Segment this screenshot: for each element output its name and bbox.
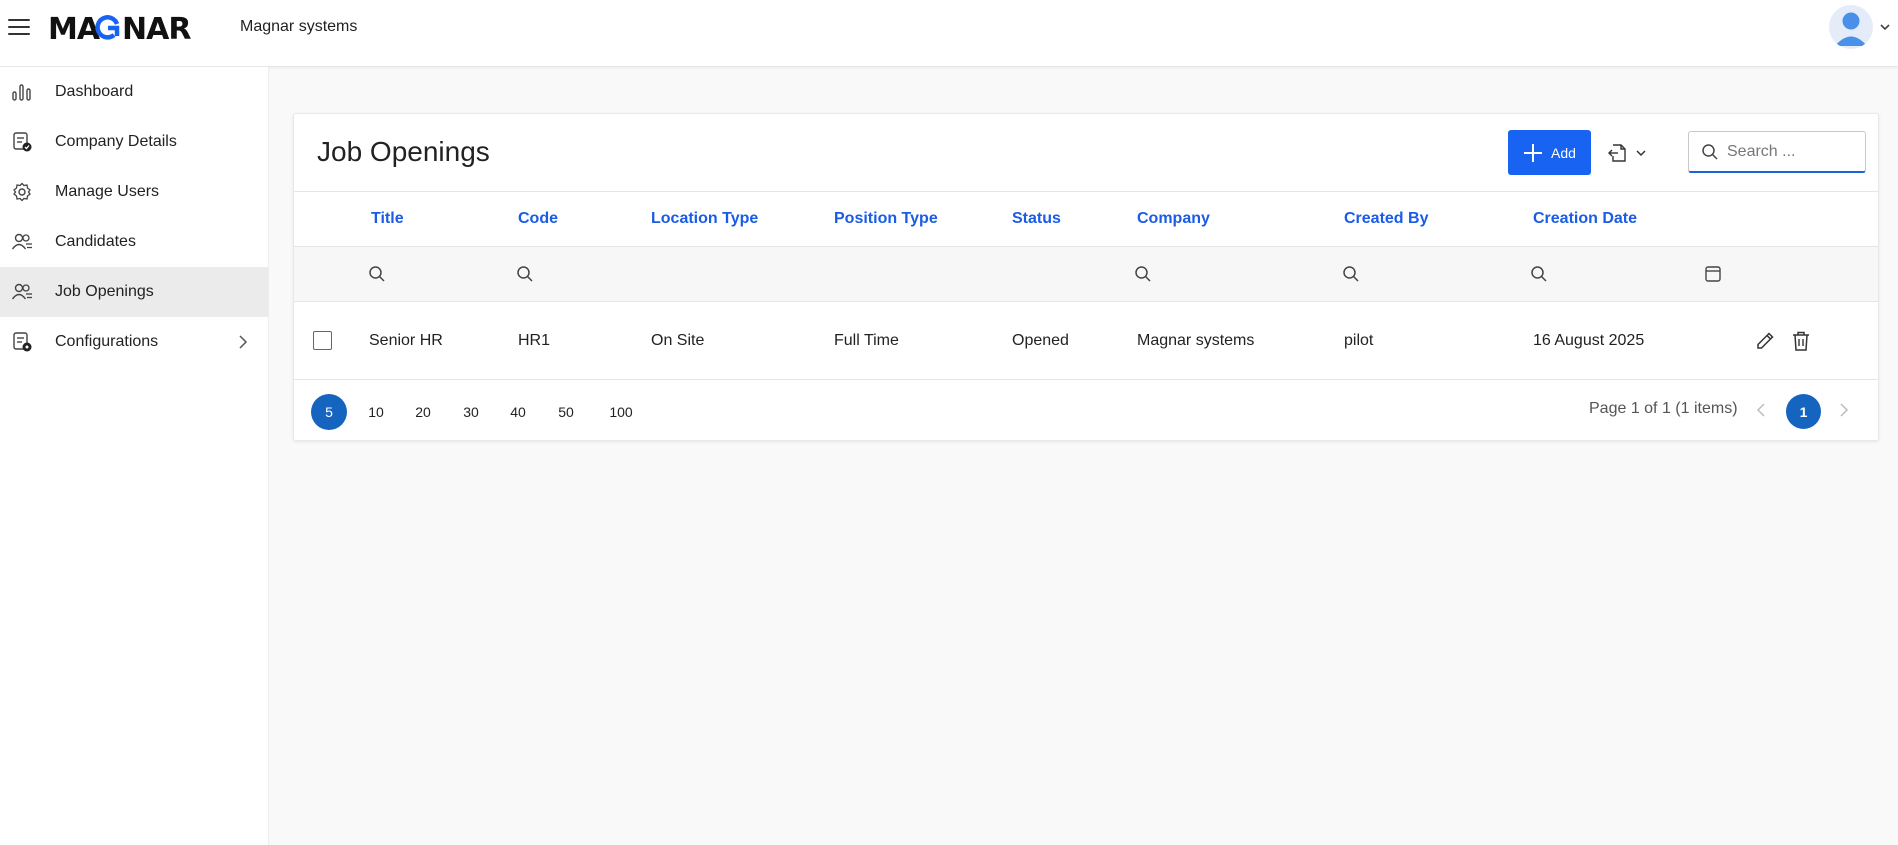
company-name: Magnar systems — [240, 18, 358, 35]
configurations-icon — [13, 332, 32, 352]
hamburger-menu-icon[interactable] — [8, 17, 30, 37]
search-icon[interactable] — [1530, 265, 1548, 283]
column-header-company[interactable]: Company — [1137, 192, 1210, 246]
sidebar: Dashboard Company Details Manage Users C… — [0, 67, 269, 845]
page-size-20[interactable]: 20 — [405, 394, 441, 430]
sidebar-item-label: Manage Users — [55, 183, 160, 200]
svg-text:MA: MA — [48, 12, 101, 47]
column-header-location-type[interactable]: Location Type — [651, 192, 758, 246]
sidebar-item-label: Dashboard — [55, 83, 134, 100]
cell-code: HR1 — [518, 331, 551, 349]
column-header-code[interactable]: Code — [518, 192, 558, 246]
search-icon — [1702, 143, 1718, 160]
add-button-label: Add — [1551, 144, 1576, 161]
column-header-position-type[interactable]: Position Type — [834, 192, 938, 246]
sidebar-item-company-details[interactable]: Company Details — [0, 117, 268, 167]
magnar-logo[interactable]: MA NAR — [48, 8, 208, 48]
table-header-row: Title Code Location Type Position Type S… — [294, 191, 1878, 246]
cell-location-type: On Site — [651, 331, 705, 349]
chevron-left-icon[interactable] — [1754, 400, 1768, 420]
page-title: Job Openings — [317, 136, 490, 167]
add-button[interactable]: Add — [1508, 130, 1591, 175]
search-icon[interactable] — [516, 265, 534, 283]
svg-text:NAR: NAR — [122, 12, 191, 47]
chevron-down-icon[interactable] — [1879, 22, 1891, 32]
sidebar-item-configurations[interactable]: Configurations — [0, 317, 268, 367]
cell-creation-date: 16 August 2025 — [1533, 331, 1645, 349]
users-icon — [11, 283, 32, 300]
export-icon — [1608, 144, 1626, 162]
search-icon[interactable] — [368, 265, 386, 283]
page-size-5[interactable]: 5 — [311, 394, 347, 430]
page-size-100[interactable]: 100 — [599, 394, 643, 430]
job-openings-table: Title Code Location Type Position Type S… — [294, 191, 1878, 379]
column-header-creation-date[interactable]: Creation Date — [1533, 192, 1637, 246]
company-details-icon — [13, 132, 32, 152]
cell-status: Opened — [1012, 331, 1069, 349]
sidebar-item-label: Configurations — [55, 333, 159, 350]
chevron-down-icon — [1636, 150, 1646, 157]
page-size-10[interactable]: 10 — [358, 394, 394, 430]
search-icon[interactable] — [1134, 265, 1152, 283]
column-header-created-by[interactable]: Created By — [1344, 192, 1428, 246]
page-info: Page 1 of 1 (1 items) — [1589, 400, 1738, 417]
sidebar-item-manage-users[interactable]: Manage Users — [0, 167, 268, 217]
page-size-40[interactable]: 40 — [500, 394, 536, 430]
calendar-icon[interactable] — [1704, 265, 1722, 283]
page-number-1[interactable]: 1 — [1786, 394, 1821, 429]
chevron-right-icon[interactable] — [1837, 400, 1851, 420]
sidebar-item-label: Job Openings — [55, 283, 154, 300]
sidebar-item-job-openings[interactable]: Job Openings — [0, 267, 268, 317]
page-size-30[interactable]: 30 — [453, 394, 489, 430]
page-size-50[interactable]: 50 — [548, 394, 584, 430]
export-button[interactable] — [1607, 139, 1657, 167]
search-box[interactable] — [1688, 131, 1866, 173]
job-openings-card: Job Openings Add Title Code Locatio — [293, 113, 1879, 441]
row-checkbox[interactable] — [313, 331, 332, 350]
users-icon — [11, 233, 32, 250]
gear-icon — [13, 182, 31, 202]
trash-icon[interactable] — [1790, 330, 1812, 352]
cell-title: Senior HR — [369, 331, 443, 349]
cell-position-type: Full Time — [834, 331, 899, 349]
edit-icon[interactable] — [1754, 330, 1776, 352]
bar-chart-icon — [12, 84, 31, 101]
sidebar-item-dashboard[interactable]: Dashboard — [0, 67, 268, 117]
table-filter-row — [294, 246, 1878, 301]
column-header-status[interactable]: Status — [1012, 192, 1061, 246]
search-input[interactable] — [1727, 142, 1857, 161]
table-row[interactable]: Senior HR HR1 On Site Full Time Opened M… — [294, 301, 1878, 379]
sidebar-item-candidates[interactable]: Candidates — [0, 217, 268, 267]
search-icon[interactable] — [1342, 265, 1360, 283]
cell-company: Magnar systems — [1137, 331, 1255, 349]
column-header-title[interactable]: Title — [371, 192, 404, 246]
pager: 5 10 20 30 40 50 100 Page 1 of 1 (1 item… — [294, 379, 1878, 441]
chevron-right-icon[interactable] — [238, 334, 248, 350]
sidebar-item-label: Company Details — [55, 133, 177, 150]
plus-icon — [1524, 143, 1543, 162]
user-avatar-icon[interactable] — [1829, 5, 1873, 49]
sidebar-item-label: Candidates — [55, 233, 136, 250]
cell-created-by: pilot — [1344, 331, 1374, 349]
top-bar: MA NAR Magnar systems — [0, 0, 1898, 67]
